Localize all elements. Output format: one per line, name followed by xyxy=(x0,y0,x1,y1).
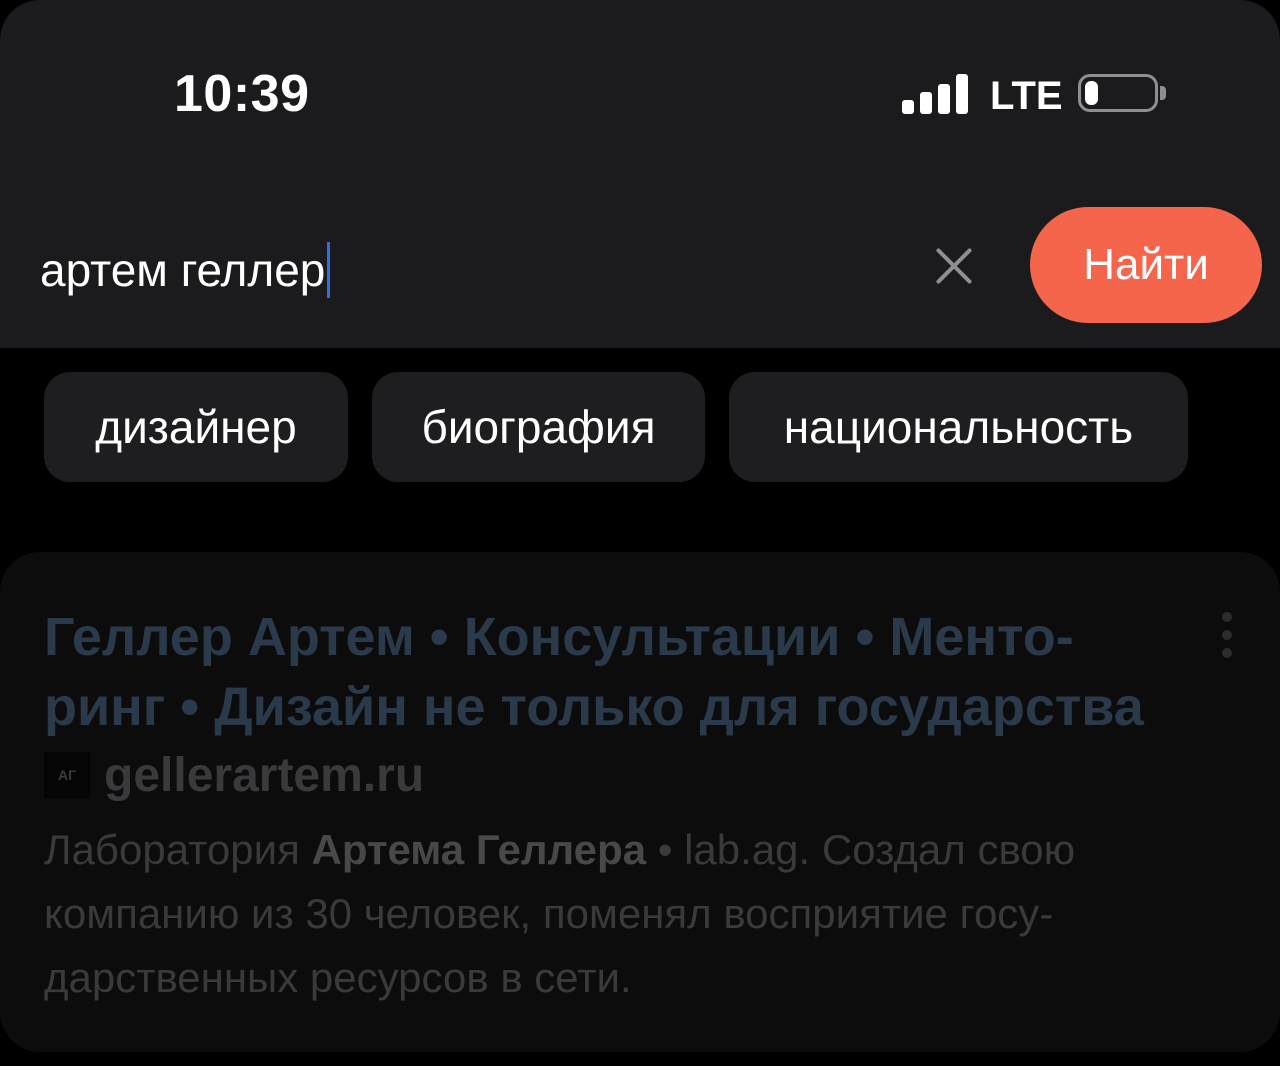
status-time: 10:39 xyxy=(174,65,310,123)
site-favicon: АГ xyxy=(44,752,90,798)
result-title-link[interactable]: Геллер Артем • Консультации • Менто- рин… xyxy=(44,602,1194,742)
result-snippet: Лаборатория Артема Геллера • lab.ag. Соз… xyxy=(44,818,1234,1010)
search-button[interactable]: Найти xyxy=(1030,207,1262,323)
search-input[interactable]: артем геллер xyxy=(40,238,900,302)
search-query-text: артем геллер xyxy=(40,244,326,296)
result-title-line-2: ринг • Дизайн не только для государства xyxy=(44,677,1144,737)
suggestion-chip-biography[interactable]: биография xyxy=(372,372,705,482)
search-screen: 10:39 LTE артем геллер Найти дизайнер би… xyxy=(0,0,1280,1066)
result-url[interactable]: gellerartem.ru xyxy=(104,748,424,803)
cellular-signal-icon xyxy=(902,74,968,114)
suggestion-chip-designer[interactable]: дизайнер xyxy=(44,372,348,482)
more-options-icon[interactable] xyxy=(1212,612,1242,658)
battery-cap xyxy=(1160,86,1166,100)
suggestion-chip-nationality[interactable]: национальность xyxy=(729,372,1188,482)
close-icon[interactable] xyxy=(924,236,984,296)
result-title-line-1: Геллер Артем • Консультации • Менто- xyxy=(44,607,1074,667)
snippet-text-1: Лаборатория xyxy=(44,826,312,873)
battery-level xyxy=(1085,81,1098,105)
header-panel: 10:39 LTE артем геллер Найти xyxy=(0,0,1280,348)
battery-icon xyxy=(1078,74,1158,112)
snippet-highlight: Артема Геллера xyxy=(311,826,647,873)
text-caret xyxy=(327,242,331,298)
network-type: LTE xyxy=(990,74,1063,118)
